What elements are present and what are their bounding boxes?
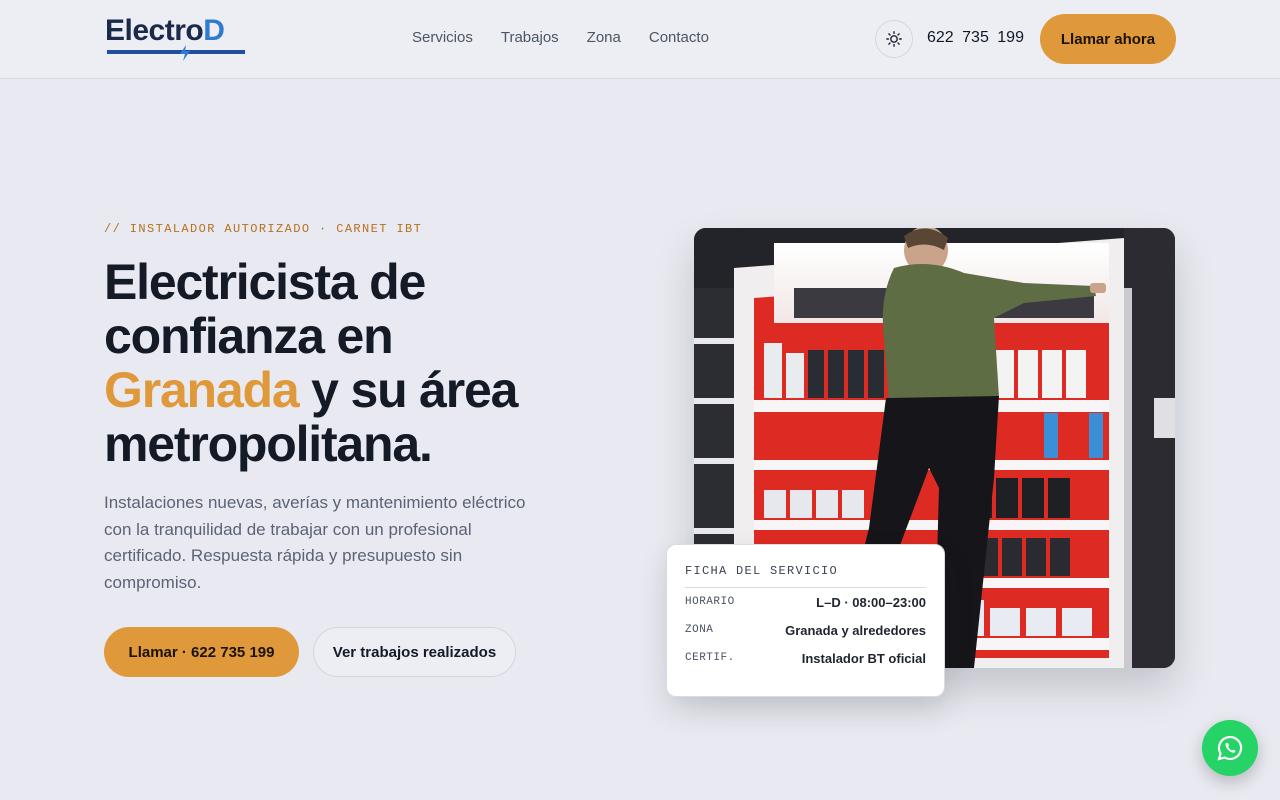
brand-logo[interactable]: ElectroD <box>105 14 250 62</box>
service-card-title: FICHA DEL SERVICIO <box>685 563 926 588</box>
main-nav: Servicios Trabajos Zona Contacto <box>412 28 709 48</box>
logo-text-accent: D <box>203 14 225 47</box>
hero-eyebrow: // INSTALADOR AUTORIZADO · CARNET IBT <box>104 222 423 236</box>
service-card-row: CERTIF. Instalador BT oficial <box>685 644 926 672</box>
service-info-card: FICHA DEL SERVICIO HORARIO L–D · 08:00–2… <box>666 544 945 697</box>
hero-title: Electricista de confianza en Granada y s… <box>104 255 584 471</box>
nav-link-contacto[interactable]: Contacto <box>649 28 709 48</box>
call-phone-button[interactable]: Llamar · 622 735 199 <box>104 627 299 677</box>
service-card-key: HORARIO <box>685 596 735 608</box>
theme-toggle-button[interactable] <box>875 20 913 58</box>
header-phone-link[interactable]: 622 735 199 <box>927 28 1024 48</box>
whatsapp-button[interactable] <box>1202 720 1258 776</box>
nav-link-servicios[interactable]: Servicios <box>412 28 473 48</box>
lightning-bolt-icon <box>180 45 190 61</box>
view-works-button[interactable]: Ver trabajos realizados <box>313 627 516 677</box>
whatsapp-icon <box>1217 735 1243 761</box>
logo-text: ElectroD <box>105 14 225 48</box>
service-card-row: HORARIO L–D · 08:00–23:00 <box>685 588 926 616</box>
nav-link-zona[interactable]: Zona <box>587 28 621 48</box>
sun-icon <box>886 31 902 47</box>
hero-description: Instalaciones nuevas, averías y mantenim… <box>104 493 526 592</box>
service-card-value: Instalador BT oficial <box>801 650 926 666</box>
logo-text-main: Electro <box>105 14 204 47</box>
service-card-row: ZONA Granada y alrededores <box>685 616 926 644</box>
logo-underline <box>107 50 245 54</box>
call-now-button[interactable]: Llamar ahora <box>1040 14 1176 64</box>
hero-title-line1: Electricista de confianza en <box>104 254 426 364</box>
nav-link-trabajos[interactable]: Trabajos <box>501 28 559 48</box>
service-card-key: ZONA <box>685 624 714 636</box>
service-card-value: Granada y alrededores <box>785 622 926 638</box>
service-card-value: L–D · 08:00–23:00 <box>816 594 926 610</box>
hero-title-accent: Granada <box>104 362 300 418</box>
service-card-key: CERTIF. <box>685 652 735 664</box>
site-header: ElectroD Servicios Trabajos Zona Contact… <box>0 0 1280 79</box>
